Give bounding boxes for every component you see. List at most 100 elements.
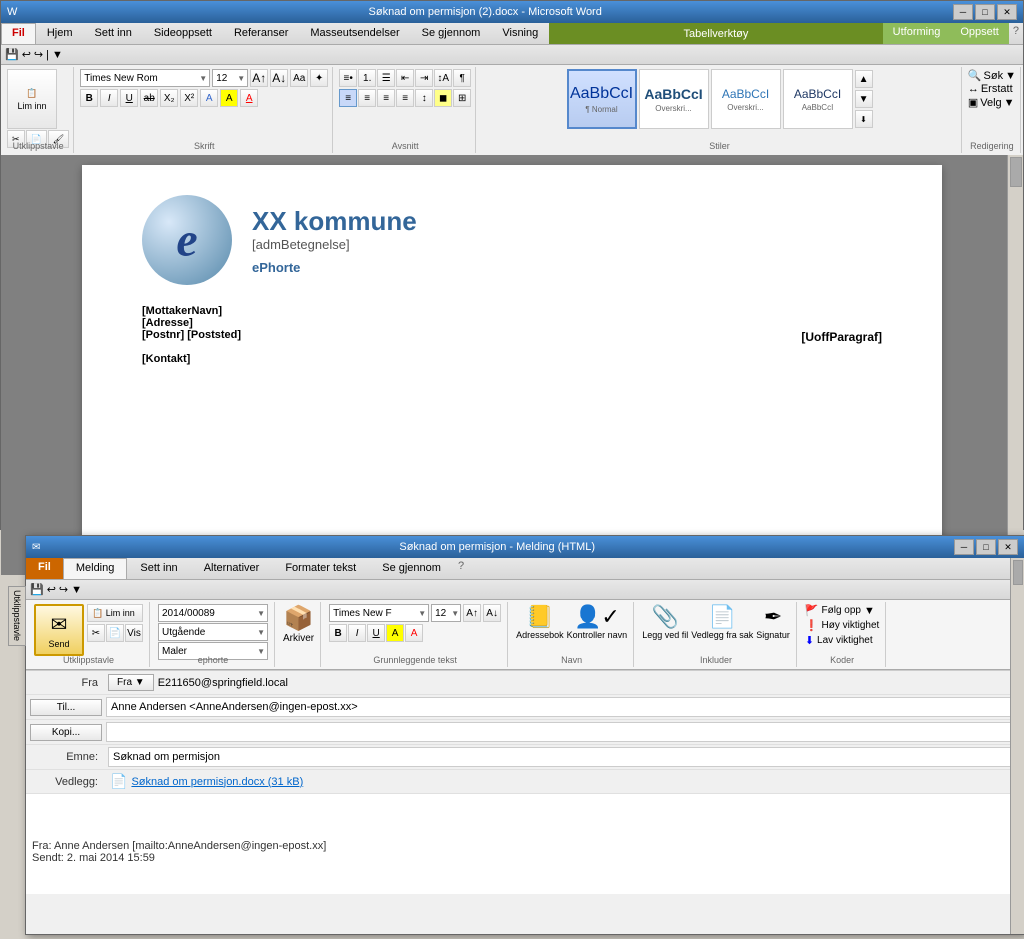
email-tab-fil[interactable]: Fil xyxy=(26,558,63,579)
email-italic-button[interactable]: I xyxy=(348,624,366,642)
bold-button[interactable]: B xyxy=(80,89,98,107)
qat-dropdown[interactable]: ▼ xyxy=(52,49,63,61)
word-tab-referanser[interactable]: Referanser xyxy=(223,23,299,44)
email-vis-button[interactable]: Vis xyxy=(125,624,143,642)
archive-button[interactable]: 📦 Arkiver xyxy=(283,604,314,644)
attach-file-button[interactable]: 📎 Legg ved fil xyxy=(642,604,688,640)
save-icon[interactable]: 💾 xyxy=(5,48,19,61)
high-priority-button[interactable]: ❗ Høy viktighet xyxy=(805,619,880,632)
underline-button[interactable]: U xyxy=(120,89,138,107)
borders-button[interactable]: ⊞ xyxy=(453,89,471,107)
numbering-button[interactable]: 1. xyxy=(358,69,376,87)
multilevel-button[interactable]: ☰ xyxy=(377,69,395,87)
strikethrough-button[interactable]: ab xyxy=(140,89,158,107)
email-tab-sett-inn[interactable]: Sett inn xyxy=(127,558,190,579)
font-name-combo[interactable]: Times New Rom ▼ xyxy=(80,69,210,87)
doc-scrollbar[interactable] xyxy=(1007,155,1023,575)
signature-button[interactable]: ✒ Signatur xyxy=(756,604,790,640)
paste-button[interactable]: 📋 Lim inn xyxy=(7,69,57,129)
email-undo-icon[interactable]: ↩ xyxy=(47,583,56,596)
change-case-button[interactable]: Aa xyxy=(290,69,308,87)
email-highlight[interactable]: A xyxy=(386,624,404,642)
clear-format-button[interactable]: ✦ xyxy=(310,69,328,87)
from-dropdown-button[interactable]: Fra ▼ xyxy=(108,674,154,691)
word-tab-hjem[interactable]: Hjem xyxy=(36,23,84,44)
font-size-combo[interactable]: 12 ▼ xyxy=(212,69,248,87)
superscript-button[interactable]: X² xyxy=(180,89,198,107)
word-tab-fil[interactable]: Fil xyxy=(1,23,36,44)
email-body[interactable]: Fra: Anne Andersen [mailto:AnneAndersen@… xyxy=(26,794,1024,894)
word-restore-button[interactable]: □ xyxy=(975,4,995,20)
attachment-link[interactable]: Søknad om permisjon.docx (31 kB) xyxy=(131,776,303,788)
email-font-combo[interactable]: Times New F ▼ xyxy=(329,604,429,622)
show-marks-button[interactable]: ¶ xyxy=(453,69,471,87)
font-color-button[interactable]: A xyxy=(240,89,258,107)
align-left-button[interactable]: ≡ xyxy=(339,89,357,107)
scrollbar-thumb[interactable] xyxy=(1010,157,1022,187)
low-priority-button[interactable]: ⬇ Lav viktighet xyxy=(805,634,873,647)
to-button[interactable]: Til... xyxy=(30,699,102,716)
attach-from-sak-button[interactable]: 📄 Vedlegg fra sak xyxy=(691,604,753,640)
email-size-combo[interactable]: 12 ▼ xyxy=(431,604,461,622)
check-names-button[interactable]: 👤✓ Kontroller navn xyxy=(567,604,628,640)
styles-more-button[interactable]: ⬇ xyxy=(855,110,873,128)
subject-input[interactable] xyxy=(108,747,1022,767)
email-qat-dropdown[interactable]: ▼ xyxy=(71,584,82,596)
redo-icon[interactable]: ↪ xyxy=(34,48,43,61)
style-heading1[interactable]: AaBbCcI Overskri... xyxy=(639,69,709,129)
shrink-font-button[interactable]: A↓ xyxy=(270,69,288,87)
select-dropdown[interactable]: ▼ xyxy=(1004,97,1015,109)
word-minimize-button[interactable]: ─ xyxy=(953,4,973,20)
email-minimize-button[interactable]: ─ xyxy=(954,539,974,555)
email-tab-formater[interactable]: Formater tekst xyxy=(272,558,369,579)
style-heading2[interactable]: AaBbCcI Overskri... xyxy=(711,69,781,129)
align-right-button[interactable]: ≡ xyxy=(377,89,395,107)
word-tab-visning[interactable]: Visning xyxy=(491,23,549,44)
sort-button[interactable]: ↕A xyxy=(434,69,452,87)
justify-button[interactable]: ≡ xyxy=(396,89,414,107)
increase-indent-button[interactable]: ⇥ xyxy=(415,69,433,87)
email-help-icon[interactable]: ? xyxy=(454,558,468,579)
style-heading3[interactable]: AaBbCcI AaBbCcI xyxy=(783,69,853,129)
word-tab-masseutsendelser[interactable]: Masseutsendelser xyxy=(299,23,410,44)
email-tab-se-gjennom[interactable]: Se gjennom xyxy=(369,558,454,579)
follow-up-button[interactable]: 🚩 Følg opp ▼ xyxy=(805,604,875,617)
word-close-button[interactable]: ✕ xyxy=(997,4,1017,20)
word-tab-sett-inn[interactable]: Sett inn xyxy=(84,23,143,44)
word-tab-sideoppsett[interactable]: Sideoppsett xyxy=(143,23,223,44)
cc-button[interactable]: Kopi... xyxy=(30,724,102,741)
styles-scroll-up[interactable]: ▲ xyxy=(855,70,873,88)
align-center-button[interactable]: ≡ xyxy=(358,89,376,107)
bullets-button[interactable]: ≡• xyxy=(339,69,357,87)
email-close-button[interactable]: ✕ xyxy=(998,539,1018,555)
address-book-button[interactable]: 📒 Adressebok xyxy=(516,604,564,640)
email-grow-font[interactable]: A↑ xyxy=(463,604,481,622)
email-restore-button[interactable]: □ xyxy=(976,539,996,555)
email-underline-button[interactable]: U xyxy=(367,624,385,642)
shading-button[interactable]: ◼ xyxy=(434,89,452,107)
email-tab-alternativer[interactable]: Alternativer xyxy=(191,558,273,579)
email-bold-button[interactable]: B xyxy=(329,624,347,642)
text-effects-button[interactable]: A xyxy=(200,89,218,107)
side-tab[interactable]: Utklippstavle xyxy=(8,586,26,646)
word-tab-oppsett[interactable]: Oppsett xyxy=(950,23,1009,44)
send-button[interactable]: ✉ Send xyxy=(34,604,84,656)
email-font-color[interactable]: A xyxy=(405,624,423,642)
undo-icon[interactable]: ↩ xyxy=(22,48,31,61)
decrease-indent-button[interactable]: ⇤ xyxy=(396,69,414,87)
email-cut-button[interactable]: ✂ xyxy=(87,624,105,642)
email-copy-button[interactable]: 📄 xyxy=(106,624,124,642)
email-save-icon[interactable]: 💾 xyxy=(30,583,44,596)
email-redo-icon[interactable]: ↪ xyxy=(59,583,68,596)
line-spacing-button[interactable]: ↕ xyxy=(415,89,433,107)
word-tab-utforming[interactable]: Utforming xyxy=(883,23,951,44)
follow-up-arrow[interactable]: ▼ xyxy=(864,605,875,617)
email-tab-melding[interactable]: Melding xyxy=(63,558,128,579)
italic-button[interactable]: I xyxy=(100,89,118,107)
search-dropdown[interactable]: ▼ xyxy=(1005,70,1016,82)
email-scrollbar-thumb[interactable] xyxy=(1013,560,1023,585)
subscript-button[interactable]: X₂ xyxy=(160,89,178,107)
email-scrollbar[interactable] xyxy=(1010,558,1024,934)
styles-scroll-down[interactable]: ▼ xyxy=(855,90,873,108)
document-page[interactable]: e XX kommune [admBetegnelse] ePhorte [Mo… xyxy=(82,165,942,565)
